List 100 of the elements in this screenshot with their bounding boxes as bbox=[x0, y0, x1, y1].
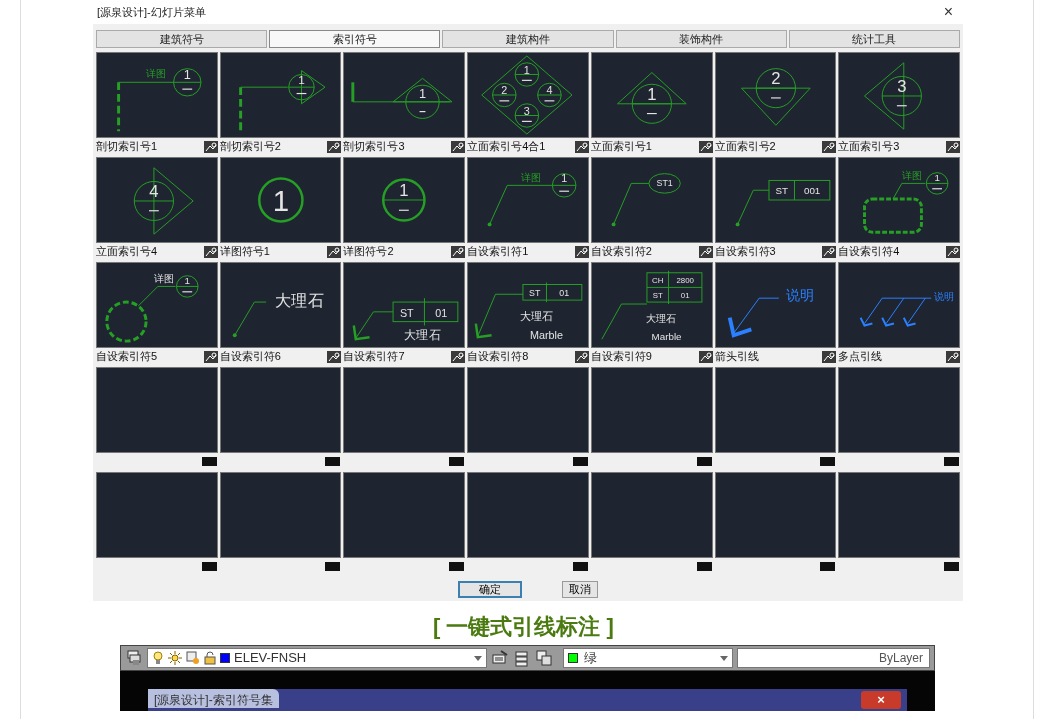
image-edit-icon[interactable] bbox=[203, 140, 218, 153]
index-number: 1 bbox=[184, 275, 190, 287]
tab[interactable]: 建筑构件 bbox=[442, 30, 614, 48]
slide-thumbnail[interactable]: 详图 1 bbox=[838, 157, 960, 243]
tab[interactable]: 装饰构件 bbox=[615, 30, 787, 48]
slide-label: 自设索引符9 bbox=[590, 351, 652, 362]
slide-thumbnail[interactable]: 2 bbox=[714, 52, 837, 138]
tab[interactable]: 建筑符号 bbox=[96, 30, 268, 48]
slide-thumbnail[interactable]: 1 bbox=[590, 52, 713, 138]
slide-thumbnail[interactable]: 1 2 4 3 bbox=[467, 52, 589, 138]
slide-thumbnail[interactable]: 4 bbox=[96, 157, 218, 243]
image-edit-icon[interactable] bbox=[822, 140, 837, 153]
square-icon[interactable] bbox=[449, 562, 465, 571]
symbol-drawing bbox=[133, 167, 194, 235]
image-edit-icon[interactable] bbox=[327, 350, 342, 363]
square-icon[interactable] bbox=[201, 562, 217, 571]
slide-thumbnail[interactable]: ST 001 bbox=[714, 157, 837, 243]
sun-icon bbox=[168, 651, 182, 665]
layer-tool-icon[interactable] bbox=[491, 649, 509, 667]
image-edit-icon[interactable] bbox=[574, 140, 589, 153]
image-edit-icon[interactable] bbox=[822, 350, 837, 363]
slide-label: 立面索引号2 bbox=[714, 141, 776, 152]
square-icon[interactable] bbox=[449, 457, 465, 466]
layers-icon[interactable] bbox=[125, 649, 143, 667]
index-number: 1 bbox=[561, 172, 568, 185]
symbol-drawing bbox=[382, 178, 427, 222]
slide-thumbnail[interactable]: 1 bbox=[219, 157, 342, 243]
slide-thumbnail[interactable]: ST1 bbox=[590, 157, 713, 243]
image-edit-icon[interactable] bbox=[203, 245, 218, 258]
slide-thumbnail[interactable]: 说明 bbox=[714, 262, 837, 348]
slide-thumbnail[interactable]: 1 bbox=[343, 157, 466, 243]
slide-label: 自设索引符6 bbox=[219, 351, 281, 362]
slide-label: 详图符号2 bbox=[343, 246, 394, 257]
image-edit-icon[interactable] bbox=[451, 140, 466, 153]
layer-state-icon bbox=[186, 651, 200, 665]
close-button[interactable]: × bbox=[861, 691, 901, 709]
symbol-drawing bbox=[727, 297, 779, 338]
square-icon[interactable] bbox=[572, 457, 588, 466]
layer-stack-icon[interactable] bbox=[513, 649, 531, 667]
tab[interactable]: 索引符号 bbox=[269, 30, 441, 48]
slide-thumbnail[interactable]: 1 bbox=[343, 52, 466, 138]
slide-thumbnail[interactable]: ST 01 大理石 bbox=[343, 262, 466, 348]
image-edit-icon[interactable] bbox=[327, 245, 342, 258]
note-text: Marble bbox=[651, 331, 682, 343]
index-number: 1 bbox=[297, 73, 305, 87]
square-icon[interactable] bbox=[820, 562, 836, 571]
square-icon[interactable] bbox=[201, 457, 217, 466]
image-edit-icon[interactable] bbox=[946, 350, 960, 363]
image-edit-icon[interactable] bbox=[698, 140, 713, 153]
index-code: 01 bbox=[435, 306, 448, 319]
image-edit-icon[interactable] bbox=[946, 245, 960, 258]
image-edit-icon[interactable] bbox=[698, 245, 713, 258]
image-edit-icon[interactable] bbox=[203, 350, 218, 363]
index-code: 01 bbox=[559, 288, 570, 299]
image-edit-icon[interactable] bbox=[451, 350, 466, 363]
square-icon[interactable] bbox=[325, 457, 341, 466]
image-edit-icon[interactable] bbox=[327, 140, 342, 153]
square-icon[interactable] bbox=[572, 562, 588, 571]
image-edit-icon[interactable] bbox=[698, 350, 713, 363]
symbol-drawing bbox=[611, 173, 681, 227]
image-edit-icon[interactable] bbox=[451, 245, 466, 258]
layer-dropdown[interactable]: ELEV-FNSH bbox=[147, 648, 487, 668]
slide-thumbnail[interactable]: 详图 1 bbox=[467, 157, 589, 243]
slide-thumbnail[interactable]: 说明 bbox=[838, 262, 960, 348]
slide-label: 自设索引符2 bbox=[590, 246, 652, 257]
slide-thumbnail[interactable]: 详图 1 bbox=[96, 262, 218, 348]
index-number: 4 bbox=[546, 84, 553, 96]
index-number: 1 bbox=[647, 84, 657, 104]
index-number: 4 bbox=[149, 182, 159, 202]
square-icon[interactable] bbox=[325, 562, 341, 571]
image-edit-icon[interactable] bbox=[946, 140, 960, 153]
caret-icon bbox=[474, 655, 482, 661]
square-icon[interactable] bbox=[696, 562, 712, 571]
image-edit-icon[interactable] bbox=[822, 245, 837, 258]
dialog-button[interactable]: 取消 bbox=[562, 580, 598, 598]
detail-label: 详图 bbox=[520, 172, 541, 184]
slide-thumbnail[interactable]: 详图 1 bbox=[96, 52, 218, 138]
slide-thumbnail[interactable]: 大理石 bbox=[219, 262, 342, 348]
slide-label: 自设索引符3 bbox=[714, 246, 776, 257]
close-button[interactable]: × bbox=[939, 4, 957, 20]
index-code: ST1 bbox=[656, 178, 673, 189]
index-number: 1 bbox=[183, 67, 191, 83]
slide-label: 多点引线 bbox=[838, 351, 883, 362]
note-text: 大理石 bbox=[404, 328, 441, 342]
slide-thumbnail[interactable]: 3 bbox=[838, 52, 960, 138]
square-icon[interactable] bbox=[820, 457, 836, 466]
caret-icon bbox=[720, 655, 728, 661]
square-icon[interactable] bbox=[696, 457, 712, 466]
slide-thumbnail[interactable]: ST 01 大理石 Marble bbox=[467, 262, 589, 348]
linetype-dropdown[interactable]: ByLayer bbox=[737, 648, 930, 668]
layer-copy-icon[interactable] bbox=[535, 649, 553, 667]
dialog-button[interactable]: 确定 bbox=[458, 580, 522, 598]
slide-label: 剖切索引号3 bbox=[343, 141, 405, 152]
image-edit-icon[interactable] bbox=[574, 350, 589, 363]
index-code: ST bbox=[529, 288, 541, 299]
color-dropdown[interactable]: 绿 bbox=[563, 648, 733, 668]
tab[interactable]: 统计工具 bbox=[788, 30, 960, 48]
detail-label: 详图 bbox=[901, 170, 922, 182]
note-text: 大理石 bbox=[275, 292, 324, 309]
image-edit-icon[interactable] bbox=[574, 245, 589, 258]
